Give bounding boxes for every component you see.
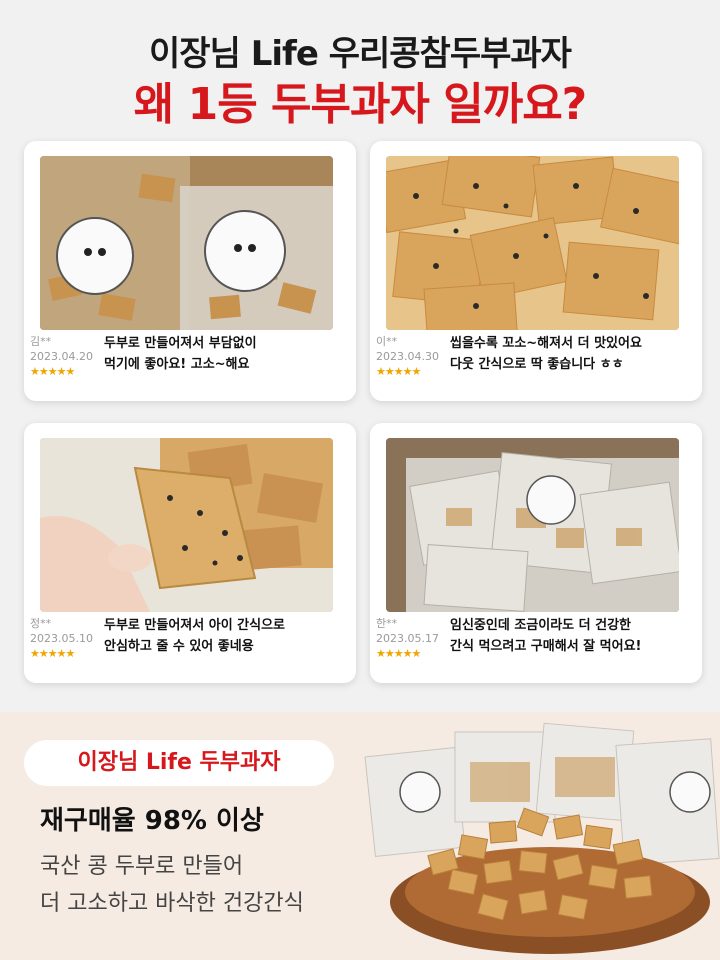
description-line: 더 고소하고 바삭한 건강간식: [40, 891, 304, 916]
review-date: 2023.05.17: [376, 632, 439, 645]
review-card: 정** 2023.05.10 ★★★★★ 두부로 만들어져서 아이 간식으로 안…: [24, 423, 356, 683]
reviewer-name: 한**: [376, 617, 398, 630]
repurchase-rate: 재구매율 98% 이상: [40, 806, 264, 836]
reviewer-info: 한** 2023.05.17 ★★★★★: [376, 616, 446, 661]
reviewer-info: 김** 2023.04.20 ★★★★★: [30, 334, 100, 379]
reviewer-name: 정**: [30, 617, 52, 630]
review-line: 다웃 간식으로 딱 좋습니다 ㅎㅎ: [450, 357, 624, 372]
review-photo-box: [386, 438, 679, 612]
product-description: 국산 콩 두부로 만들어 더 고소하고 바삭한 건강간식: [40, 848, 304, 922]
reviewer-info: 이** 2023.04.30 ★★★★★: [376, 334, 446, 379]
review-date: 2023.04.20: [30, 350, 93, 363]
review-date: 2023.04.30: [376, 350, 439, 363]
review-line: 먹기에 좋아요! 고소~해요: [104, 357, 250, 372]
star-rating: ★★★★★: [376, 365, 421, 378]
reviewer-name: 김**: [30, 335, 52, 348]
product-platter-photo: [360, 712, 720, 960]
review-card: 김** 2023.04.20 ★★★★★ 두부로 만들어져서 부담없이 먹기에 …: [24, 141, 356, 401]
reviewer-info: 정** 2023.05.10 ★★★★★: [30, 616, 100, 661]
review-date: 2023.05.10: [30, 632, 93, 645]
reviewer-name: 이**: [376, 335, 398, 348]
brand-badge: 이장님 Life 두부과자: [24, 740, 334, 786]
review-line: 임신중인데 조금이라도 더 건강한: [450, 618, 632, 633]
review-text: 임신중인데 조금이라도 더 건강한 간식 먹으려고 구매해서 잘 먹어요!: [450, 615, 695, 657]
review-text: 씹을수록 꼬소~해져서 더 맛있어요 다웃 간식으로 딱 좋습니다 ㅎㅎ: [450, 333, 695, 375]
review-line: 두부로 만들어져서 아이 간식으로: [104, 618, 286, 633]
review-photo-crackers: [386, 156, 679, 330]
description-line: 국산 콩 두부로 만들어: [40, 854, 244, 879]
headline-question: 왜 1등 두부과자 일까요?: [133, 79, 587, 130]
review-photo-packages: [40, 156, 333, 330]
review-text: 두부로 만들어져서 부담없이 먹기에 좋아요! 고소~해요: [104, 333, 349, 375]
review-photo-hand-cracker: [40, 438, 333, 612]
star-rating: ★★★★★: [30, 647, 75, 660]
review-card: 한** 2023.05.17 ★★★★★ 임신중인데 조금이라도 더 건강한 간…: [370, 423, 702, 683]
review-text: 두부로 만들어져서 아이 간식으로 안심하고 줄 수 있어 좋네용: [104, 615, 349, 657]
star-rating: ★★★★★: [376, 647, 421, 660]
review-line: 두부로 만들어져서 부담없이: [104, 336, 257, 351]
star-rating: ★★★★★: [30, 365, 75, 378]
review-line: 간식 먹으려고 구매해서 잘 먹어요!: [450, 639, 642, 654]
review-line: 씹을수록 꼬소~해져서 더 맛있어요: [450, 336, 642, 351]
review-line: 안심하고 줄 수 있어 좋네용: [104, 639, 254, 654]
review-card: 이** 2023.04.30 ★★★★★ 씹을수록 꼬소~해져서 더 맛있어요 …: [370, 141, 702, 401]
